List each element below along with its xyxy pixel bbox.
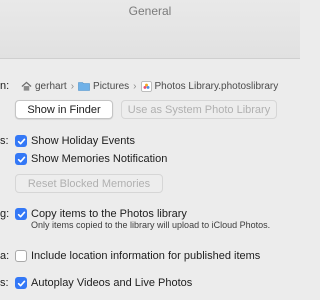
window-titlebar: General xyxy=(0,0,300,59)
library-location-label: n: xyxy=(0,80,10,92)
include-location-checkbox[interactable]: Include location information for publish… xyxy=(15,246,260,266)
reset-blocked-memories-button[interactable]: Reset Blocked Memories xyxy=(15,174,163,193)
use-as-system-photo-library-button[interactable]: Use as System Photo Library xyxy=(121,100,277,119)
folder-icon xyxy=(78,81,90,91)
memories-label: s: xyxy=(0,135,9,147)
path-separator: › xyxy=(70,80,75,92)
importing-label: g: xyxy=(0,208,10,220)
autoplay-videos-checkbox[interactable]: Autoplay Videos and Live Photos xyxy=(15,273,192,293)
library-path-breadcrumb[interactable]: gerhart › Pictures › Photos Library.phot… xyxy=(21,78,278,94)
path-separator: › xyxy=(133,80,137,92)
window-title: General xyxy=(128,4,172,18)
autoplay-videos-label: Autoplay Videos and Live Photos xyxy=(31,277,193,289)
checkbox-checked-icon xyxy=(15,277,27,289)
show-in-finder-button[interactable]: Show in Finder xyxy=(15,100,113,119)
checkbox-checked-icon xyxy=(15,208,27,220)
checkbox-unchecked-icon xyxy=(15,250,27,262)
photos-library-icon xyxy=(140,80,152,92)
copy-items-note: Only items copied to the library will up… xyxy=(31,220,271,230)
metadata-label: a: xyxy=(0,250,10,262)
autoplay-label: s: xyxy=(0,277,9,289)
checkbox-checked-icon xyxy=(15,135,27,147)
show-holiday-events-label: Show Holiday Events xyxy=(31,135,135,147)
show-memories-notification-label: Show Memories Notification xyxy=(31,153,168,165)
path-item-library: Photos Library.photoslibrary xyxy=(154,80,279,92)
path-item-pictures: Pictures xyxy=(93,80,130,92)
checkbox-checked-icon xyxy=(15,153,27,165)
copy-items-label: Copy items to the Photos library xyxy=(31,208,187,220)
show-holiday-events-checkbox[interactable]: Show Holiday Events xyxy=(15,131,135,151)
show-memories-notification-checkbox[interactable]: Show Memories Notification xyxy=(15,149,167,169)
include-location-label: Include location information for publish… xyxy=(31,250,261,262)
path-item-home: gerhart xyxy=(35,80,67,92)
home-icon xyxy=(21,81,32,92)
